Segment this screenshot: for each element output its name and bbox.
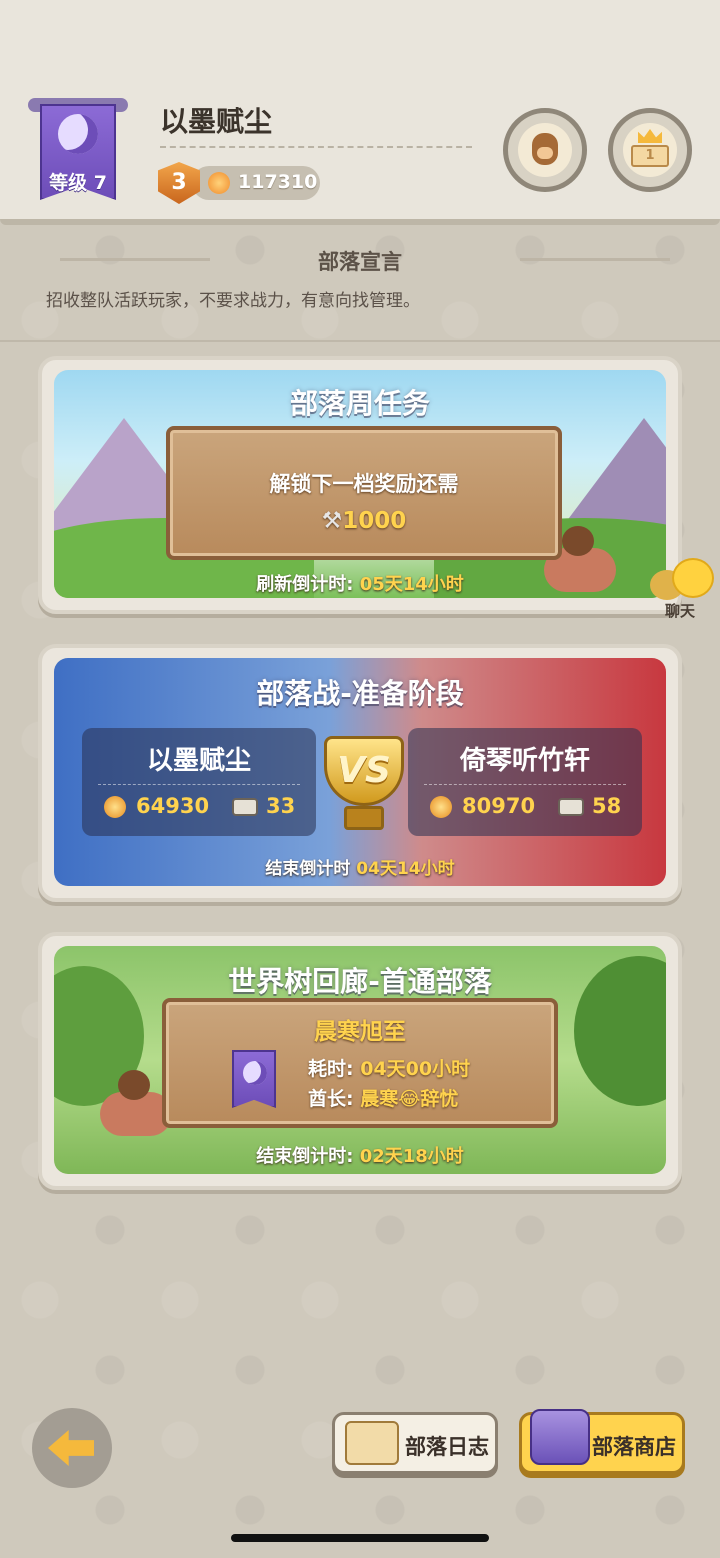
clan-log-button[interactable]: 部落日志 bbox=[332, 1412, 498, 1474]
clan-banner-icon[interactable]: 等级 7 bbox=[28, 98, 128, 202]
manifesto-title: 部落宣言 bbox=[318, 250, 402, 274]
clan-log-label: 部落日志 bbox=[405, 1435, 489, 1459]
divider bbox=[160, 146, 472, 148]
moon-emblem-icon bbox=[58, 114, 98, 154]
weekly-task-scene: 解锁下一档奖励还需 ⚒1000 部落周任务 刷新倒计时: 05天14小时 bbox=[54, 370, 666, 598]
divider bbox=[0, 340, 720, 342]
weekly-task-title: 部落周任务 bbox=[289, 387, 430, 420]
scroll-icon bbox=[232, 798, 258, 816]
clan-banner-icon bbox=[232, 1050, 276, 1108]
hammer-icon: ⚒ bbox=[321, 508, 343, 534]
monkey-button[interactable] bbox=[503, 108, 587, 192]
clan-war-countdown: 结束倒计时 04天14小时 bbox=[265, 859, 455, 879]
wood-sign: 晨寒旭至 耗时: 04天00小时 酋长: 晨寒😂辞忧 bbox=[162, 998, 558, 1128]
clan-shop-button[interactable]: 部落商店 bbox=[519, 1409, 685, 1474]
chat-button[interactable]: 聊天 bbox=[648, 556, 720, 622]
power-pill: 117310 bbox=[192, 166, 320, 200]
weekly-task-countdown: 刷新倒计时: 05天14小时 bbox=[256, 574, 464, 595]
fire-icon bbox=[430, 796, 452, 818]
left-team-panel: 以墨赋尘 64930 33 bbox=[82, 728, 316, 836]
clan-shop-label: 部落商店 bbox=[592, 1435, 676, 1459]
clan-level: 等级 7 bbox=[49, 172, 107, 194]
clear-time: 耗时: 04天00小时 bbox=[308, 1058, 471, 1080]
shop-icon bbox=[530, 1409, 590, 1465]
vs-label: VS bbox=[337, 750, 391, 791]
clan-war-scene: 部落战-准备阶段 以墨赋尘 64930 33 VS 倚琴听竹轩 80970 58… bbox=[54, 658, 666, 886]
first-clear-clan: 晨寒旭至 bbox=[314, 1019, 406, 1045]
wood-sign: 解锁下一档奖励还需 ⚒1000 bbox=[166, 426, 562, 560]
podium-icon: 1 bbox=[631, 145, 669, 167]
manifesto-text: 招收整队活跃玩家，不要求战力，有意向找管理。 bbox=[46, 291, 420, 311]
world-tree-scene: 晨寒旭至 耗时: 04天00小时 酋长: 晨寒😂辞忧 世界树回廊-首通部落 结束… bbox=[54, 946, 666, 1174]
back-button[interactable] bbox=[32, 1408, 112, 1488]
task-amount: 1000 bbox=[342, 508, 407, 534]
back-arrow-icon bbox=[48, 1430, 94, 1466]
fire-icon bbox=[104, 796, 126, 818]
crown-icon bbox=[638, 129, 662, 143]
clan-war-title: 部落战-准备阶段 bbox=[256, 677, 464, 710]
scroll-quill-icon bbox=[345, 1421, 399, 1465]
chief-name: 酋长: 晨寒😂辞忧 bbox=[308, 1088, 459, 1110]
clan-header: 等级 7 以墨赋尘 117310 3 1 bbox=[0, 0, 720, 225]
right-team-count: 58 bbox=[592, 794, 622, 818]
clan-power: 117310 bbox=[238, 171, 318, 193]
weekly-task-card[interactable]: 解锁下一档奖励还需 ⚒1000 部落周任务 刷新倒计时: 05天14小时 bbox=[38, 356, 682, 614]
world-tree-card[interactable]: 晨寒旭至 耗时: 04天00小时 酋长: 晨寒😂辞忧 世界树回廊-首通部落 结束… bbox=[38, 932, 682, 1190]
left-team-count: 33 bbox=[266, 794, 296, 818]
fire-icon bbox=[208, 172, 230, 194]
clan-name: 以墨赋尘 bbox=[160, 105, 273, 138]
world-tree-countdown: 结束倒计时: 02天18小时 bbox=[256, 1146, 464, 1167]
chat-label: 聊天 bbox=[664, 602, 695, 620]
task-subtitle: 解锁下一档奖励还需 bbox=[269, 472, 459, 496]
trophy-icon: VS bbox=[318, 726, 410, 836]
world-tree-title: 世界树回廊-首通部落 bbox=[228, 965, 492, 998]
right-team-panel: 倚琴听竹轩 80970 58 bbox=[408, 728, 642, 836]
left-team-power: 64930 bbox=[136, 794, 210, 818]
scroll-icon bbox=[558, 798, 584, 816]
monkey-icon bbox=[532, 133, 558, 165]
home-indicator[interactable] bbox=[231, 1534, 489, 1542]
clan-war-card[interactable]: 部落战-准备阶段 以墨赋尘 64930 33 VS 倚琴听竹轩 80970 58… bbox=[38, 644, 682, 902]
left-team-name: 以墨赋尘 bbox=[146, 746, 251, 776]
right-team-name: 倚琴听竹轩 bbox=[459, 746, 590, 776]
ranking-button[interactable]: 1 bbox=[608, 108, 692, 192]
smiley-icon bbox=[672, 558, 714, 598]
right-team-power: 80970 bbox=[462, 794, 536, 818]
rank-badge: 3 bbox=[158, 162, 200, 204]
